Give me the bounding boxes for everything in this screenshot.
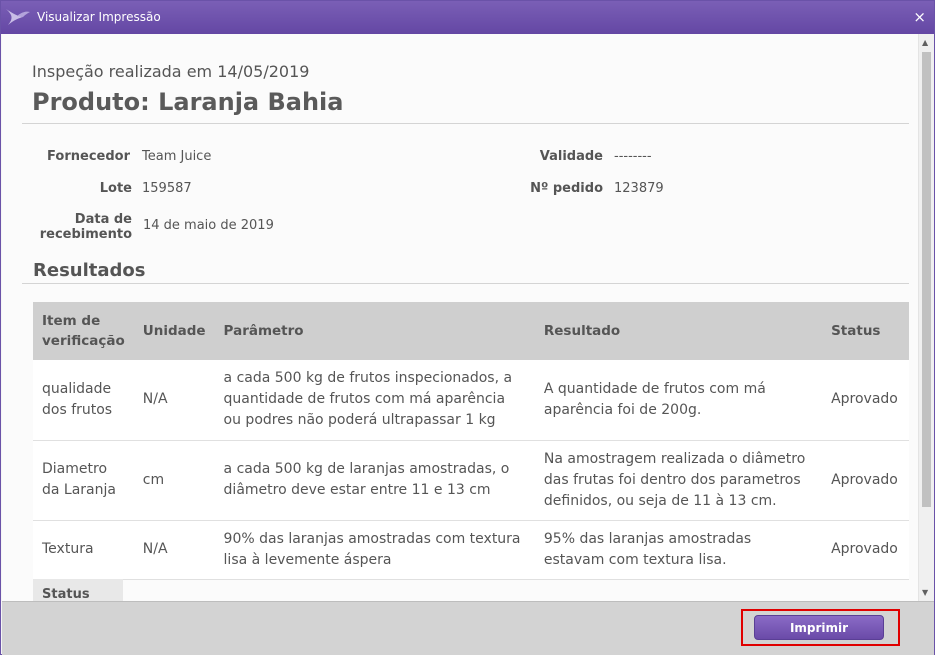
- data-label-line1: Data de: [74, 212, 132, 227]
- cell-unidade: N/A: [133, 520, 215, 580]
- footer-bar: Imprimir: [2, 601, 934, 655]
- header-parametro: Parâmetro: [214, 302, 535, 360]
- print-preview-window: Visualizar Impressão × Inspeção realizad…: [0, 0, 935, 655]
- fornecedor-value: Team Juice: [142, 149, 212, 164]
- product-title: Produto: Laranja Bahia: [32, 88, 344, 116]
- fornecedor-label: Fornecedor: [47, 149, 130, 164]
- cell-unidade: N/A: [133, 360, 215, 441]
- table-row: Textura N/A 90% das laranjas amostradas …: [33, 520, 909, 580]
- table-row: Diametro da Laranja cm a cada 500 kg de …: [33, 440, 909, 521]
- cell-parametro: a cada 500 kg de laranjas amostradas, o …: [214, 440, 535, 521]
- header-item-line1: Item de: [42, 313, 101, 329]
- scroll-up-icon[interactable]: ▲: [922, 38, 928, 47]
- cell-status: Aprovado: [822, 440, 909, 521]
- data-label-line2: recebimento: [39, 227, 132, 242]
- close-icon[interactable]: ×: [913, 8, 926, 26]
- print-button[interactable]: Imprimir: [754, 615, 884, 640]
- divider: [22, 283, 909, 284]
- pedido-label: Nº pedido: [530, 181, 603, 196]
- cell-status: Aprovado: [822, 520, 909, 580]
- cell-parametro: 90% das laranjas amostradas com textura …: [214, 520, 535, 580]
- header-unidade: Unidade: [133, 302, 215, 360]
- data-recebimento-value: 14 de maio de 2019: [143, 218, 274, 233]
- header-item-line2: verificação: [42, 333, 125, 349]
- cell-item: qualidade dos frutos: [33, 360, 134, 441]
- cell-unidade: cm: [133, 440, 215, 521]
- data-recebimento-label: Data de recebimento: [22, 212, 132, 242]
- cell-item: Textura: [33, 520, 134, 580]
- cell-resultado: 95% das laranjas amostradas estavam com …: [534, 520, 823, 580]
- cell-resultado: A quantidade de frutos com má aparência …: [534, 360, 823, 441]
- validade-value: --------: [614, 149, 652, 164]
- table-row: qualidade dos frutos N/A a cada 500 kg d…: [33, 360, 909, 441]
- validade-label: Validade: [539, 149, 603, 164]
- lote-value: 159587: [142, 181, 192, 196]
- cell-item: Diametro da Laranja: [33, 440, 134, 521]
- cell-parametro: a cada 500 kg de frutos inspecionados, a…: [214, 360, 535, 441]
- table-header-row: Item de verificação Unidade Parâmetro Re…: [33, 302, 909, 360]
- cell-resultado: Na amostragem realizada o diâmetro das f…: [534, 440, 823, 521]
- lote-label: Lote: [99, 181, 132, 196]
- title-bar: Visualizar Impressão ×: [1, 1, 934, 34]
- scrollbar-thumb[interactable]: [922, 52, 931, 507]
- scroll-down-icon[interactable]: ▼: [922, 588, 928, 597]
- window-title: Visualizar Impressão: [37, 10, 161, 24]
- header-item: Item de verificação: [33, 302, 134, 360]
- preview-content: Inspeção realizada em 14/05/2019 Produto…: [2, 34, 918, 601]
- divider: [22, 123, 909, 124]
- status-summary-row: Status: [33, 579, 123, 601]
- results-section-title: Resultados: [33, 260, 146, 281]
- results-table: Item de verificação Unidade Parâmetro Re…: [33, 302, 909, 580]
- pedido-value: 123879: [614, 181, 664, 196]
- vertical-scrollbar[interactable]: ▲ ▼: [918, 34, 934, 601]
- header-resultado: Resultado: [534, 302, 823, 360]
- header-status: Status: [822, 302, 909, 360]
- swallow-logo-icon: [6, 9, 30, 25]
- status-summary-label: Status: [42, 587, 90, 601]
- cell-status: Aprovado: [822, 360, 909, 441]
- inspection-date-text: Inspeção realizada em 14/05/2019: [32, 62, 310, 81]
